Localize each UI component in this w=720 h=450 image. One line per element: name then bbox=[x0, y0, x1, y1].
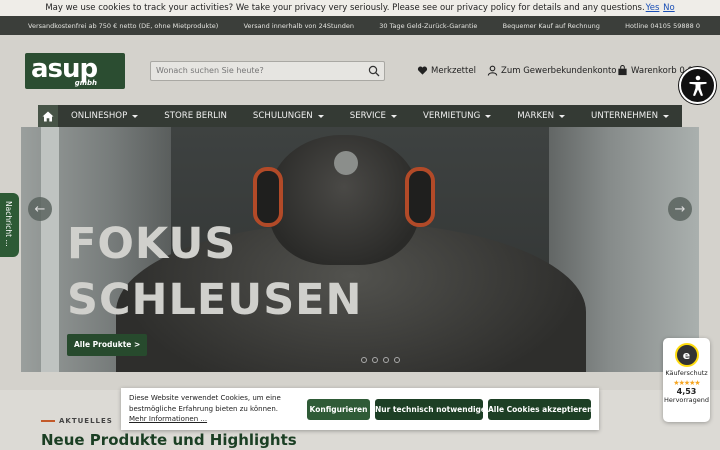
cookie-accept-all-button[interactable]: Alle Cookies akzeptieren bbox=[488, 399, 592, 420]
user-icon bbox=[487, 65, 498, 76]
logo-suffix: gmbh bbox=[74, 79, 97, 87]
slider-dot[interactable] bbox=[361, 357, 367, 363]
slider-next-button[interactable]: → bbox=[668, 197, 692, 221]
site-logo[interactable]: asup gmbh bbox=[25, 53, 125, 89]
privacy-bar: May we use cookies to track your activit… bbox=[0, 0, 720, 16]
slider-prev-button[interactable]: ← bbox=[28, 197, 52, 221]
nav-onlineshop-label: ONLINESHOP bbox=[71, 111, 128, 121]
main-nav: ONLINESHOP STORE BERLIN SCHULUNGEN SERVI… bbox=[38, 105, 682, 127]
trust-logo-icon: e bbox=[674, 343, 699, 367]
trust-rating: Hervorragend bbox=[664, 396, 709, 404]
accessibility-icon bbox=[689, 75, 706, 96]
nav-unternehmen-label: UNTERNEHMEN bbox=[591, 111, 658, 121]
nav-service-label: SERVICE bbox=[349, 111, 386, 121]
chevron-down-icon bbox=[390, 114, 397, 118]
wishlist-label: Merkzettel bbox=[431, 65, 476, 76]
section-title: Neue Produkte und Highlights bbox=[41, 431, 297, 449]
nav-vermietung-label: VERMIETUNG bbox=[422, 111, 481, 121]
section-eyebrow-label: AKTUELLES bbox=[59, 417, 113, 425]
nav-schulungen-label: SCHULUNGEN bbox=[252, 111, 313, 121]
message-side-tab-label: Nachricht ... bbox=[4, 201, 13, 247]
search-input[interactable]: Wonach suchen Sie heute? bbox=[150, 61, 385, 81]
hero-title-line2: SCHLEUSEN bbox=[67, 275, 363, 325]
nav-service[interactable]: SERVICE bbox=[337, 105, 410, 127]
cookie-necessary-only-button[interactable]: Nur technisch notwendige bbox=[375, 399, 486, 420]
nav-schulungen[interactable]: SCHULUNGEN bbox=[240, 105, 337, 127]
account-link[interactable]: Zum Gewerbekundenkonto bbox=[487, 65, 617, 76]
usp-bar: Versandkostenfrei ab 750 € netto (DE, oh… bbox=[0, 16, 720, 35]
usp-money-back: 30 Tage Geld-Zurück-Garantie bbox=[379, 21, 478, 30]
hero-all-products-button[interactable]: Alle Produkte > bbox=[67, 334, 148, 356]
trust-label: Käuferschutz bbox=[665, 369, 708, 377]
ear-protection-right bbox=[405, 167, 435, 227]
nav-store-berlin[interactable]: STORE BERLIN bbox=[151, 105, 240, 127]
nav-home[interactable] bbox=[38, 105, 59, 127]
cookie-message: Diese Website verwendet Cookies, um eine… bbox=[129, 394, 281, 413]
usp-invoice: Bequemer Kauf auf Rechnung bbox=[502, 21, 600, 30]
trust-badge[interactable]: e Käuferschutz ★★★★★ 4,53 Hervorragend bbox=[663, 338, 710, 422]
nav-onlineshop[interactable]: ONLINESHOP bbox=[58, 105, 151, 127]
hero-slider[interactable]: FOKUS SCHLEUSEN Alle Produkte > ← → bbox=[21, 127, 699, 372]
chevron-down-icon bbox=[663, 114, 669, 118]
heart-icon bbox=[417, 66, 428, 75]
site-header: asup gmbh Wonach suchen Sie heute? Merkz… bbox=[0, 35, 720, 105]
cart-bag-icon bbox=[618, 65, 627, 76]
nav-vermietung[interactable]: VERMIETUNG bbox=[410, 105, 504, 127]
cookie-banner: Diese Website verwendet Cookies, um eine… bbox=[121, 388, 599, 430]
usp-hotline[interactable]: Hotline 04105 59888 0 bbox=[625, 22, 700, 30]
chevron-down-icon bbox=[559, 114, 566, 118]
hero-title-line1: FOKUS bbox=[67, 219, 237, 269]
nav-marken-label: MARKEN bbox=[517, 111, 555, 121]
usp-shipping-free: Versandkostenfrei ab 750 € netto (DE, oh… bbox=[28, 21, 219, 30]
privacy-text: May we use cookies to track your activit… bbox=[45, 3, 645, 13]
arrow-left-icon: ← bbox=[34, 201, 46, 217]
cookie-configure-button[interactable]: Konfigurieren bbox=[307, 399, 370, 420]
wishlist-link[interactable]: Merkzettel bbox=[417, 65, 476, 76]
home-icon bbox=[42, 111, 54, 121]
accessibility-button[interactable] bbox=[679, 67, 716, 104]
nav-unternehmen[interactable]: UNTERNEHMEN bbox=[578, 105, 682, 127]
message-side-tab[interactable]: Nachricht ... bbox=[0, 193, 19, 257]
eyebrow-accent-line bbox=[41, 420, 55, 422]
nav-store-berlin-label: STORE BERLIN bbox=[164, 111, 227, 121]
cookie-more-info-link[interactable]: Mehr Informationen ... bbox=[129, 415, 207, 423]
chevron-down-icon bbox=[485, 114, 492, 118]
search-placeholder: Wonach suchen Sie heute? bbox=[156, 66, 264, 75]
slider-dot[interactable] bbox=[372, 357, 378, 363]
hero-door-frame bbox=[41, 127, 59, 372]
cookie-text-block: Diese Website verwendet Cookies, um eine… bbox=[129, 393, 294, 425]
slider-dot[interactable] bbox=[383, 357, 389, 363]
chevron-down-icon bbox=[317, 114, 324, 118]
account-label: Zum Gewerbekundenkonto bbox=[501, 65, 617, 76]
nav-marken[interactable]: MARKEN bbox=[504, 105, 578, 127]
section-eyebrow: AKTUELLES bbox=[41, 417, 113, 425]
ear-protection-left bbox=[253, 167, 283, 227]
slider-dots bbox=[361, 357, 400, 363]
privacy-no-link[interactable]: No bbox=[663, 3, 675, 13]
usp-shipping-time: Versand innerhalb von 24Stunden bbox=[243, 21, 355, 30]
trust-score: 4,53 bbox=[676, 387, 697, 396]
helmet-adjuster bbox=[334, 151, 358, 175]
chevron-down-icon bbox=[132, 114, 139, 118]
trust-stars-icon: ★★★★★ bbox=[673, 379, 700, 387]
slider-dot[interactable] bbox=[394, 357, 400, 363]
arrow-right-icon: → bbox=[674, 201, 686, 217]
search-icon[interactable] bbox=[368, 65, 380, 77]
privacy-yes-link[interactable]: Yes bbox=[646, 3, 660, 13]
